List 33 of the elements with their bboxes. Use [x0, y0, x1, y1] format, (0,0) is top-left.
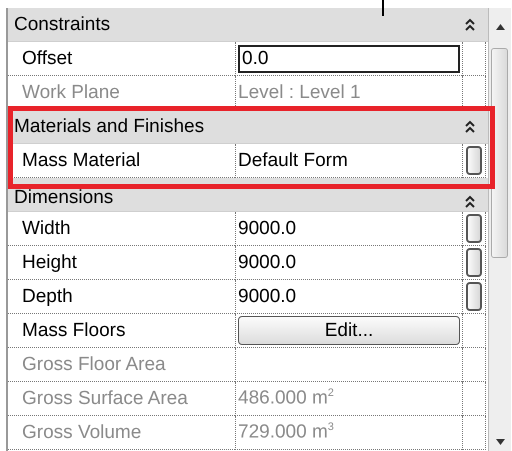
- section-title: Materials and Finishes: [14, 116, 204, 138]
- collapse-icon[interactable]: [464, 120, 476, 134]
- collapse-icon[interactable]: [464, 195, 476, 209]
- property-label: Gross Volume: [22, 422, 142, 444]
- edit-button[interactable]: Edit...: [238, 316, 460, 345]
- property-label: Gross Surface Area: [22, 388, 188, 410]
- property-label: Depth: [22, 286, 73, 308]
- property-value: 486.000 m$^{2}$: [238, 387, 334, 410]
- property-label: Height: [22, 252, 77, 274]
- property-label: Mass Floors: [22, 320, 126, 342]
- property-label: Work Plane: [22, 82, 120, 104]
- value-field[interactable]: 0.0: [238, 44, 460, 72]
- property-label: Width: [22, 218, 71, 240]
- section-title: Dimensions: [14, 187, 114, 209]
- property-value: 729.000 m$^{3}$: [238, 421, 334, 444]
- cursor-icon: [382, 0, 384, 16]
- property-label: Gross Floor Area: [22, 354, 166, 376]
- scroll-down-icon[interactable]: [496, 439, 505, 445]
- property-label: Mass Material: [22, 150, 140, 172]
- property-value: Level : Level 1: [238, 82, 361, 104]
- property-value[interactable]: 9000.0: [238, 218, 296, 240]
- browse-button[interactable]: [466, 248, 482, 277]
- property-label: Offset: [22, 48, 72, 70]
- browse-button[interactable]: [466, 214, 482, 243]
- browse-button[interactable]: [466, 146, 482, 175]
- property-value[interactable]: 9000.0: [238, 252, 296, 274]
- browse-button[interactable]: [466, 282, 482, 311]
- collapse-icon[interactable]: [464, 18, 476, 32]
- scrollbar-thumb[interactable]: [491, 48, 508, 258]
- section-title: Constraints: [14, 14, 110, 36]
- scroll-up-icon[interactable]: [496, 24, 505, 30]
- property-value[interactable]: 9000.0: [238, 286, 296, 308]
- property-value[interactable]: Default Form: [238, 150, 348, 172]
